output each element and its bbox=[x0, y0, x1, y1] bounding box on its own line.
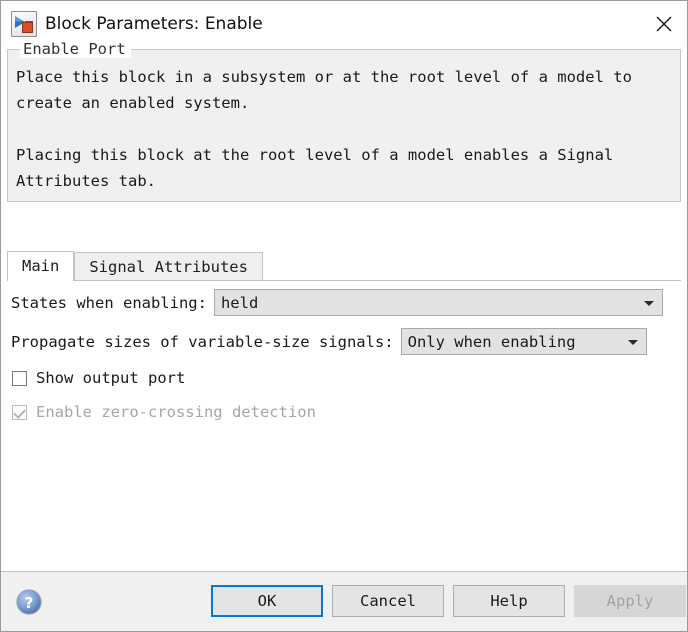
window-title: Block Parameters: Enable bbox=[45, 13, 263, 34]
chevron-down-icon bbox=[627, 339, 638, 345]
show-output-port-checkbox[interactable] bbox=[12, 370, 27, 386]
description-paragraph-1: Place this block in a subsystem or at th… bbox=[16, 68, 632, 112]
tab-signal-attributes[interactable]: Signal Attributes bbox=[74, 252, 263, 281]
enable-port-groupbox: Enable Port Place this block in a subsys… bbox=[7, 40, 681, 202]
propagate-sizes-value: Only when enabling bbox=[407, 332, 576, 351]
states-when-enabling-row: States when enabling: held bbox=[11, 289, 677, 316]
groupbox-legend: Enable Port bbox=[20, 40, 131, 58]
propagate-sizes-label: Propagate sizes of variable-size signals… bbox=[11, 332, 394, 351]
show-output-port-checkbox-row[interactable]: Show output port bbox=[12, 369, 185, 387]
cancel-button[interactable]: Cancel bbox=[332, 585, 444, 617]
propagate-sizes-dropdown[interactable]: Only when enabling bbox=[400, 328, 647, 355]
states-when-enabling-value: held bbox=[220, 293, 259, 312]
block-parameters-dialog: Block Parameters: Enable Enable Port Pla… bbox=[0, 0, 688, 632]
apply-button: Apply bbox=[574, 585, 686, 617]
dialog-content: Enable Port Place this block in a subsys… bbox=[1, 40, 687, 571]
show-output-port-label: Show output port bbox=[36, 369, 186, 387]
enable-zero-crossing-checkbox-row: Enable zero-crossing detection bbox=[12, 403, 316, 421]
ok-button[interactable]: OK bbox=[211, 585, 323, 617]
states-when-enabling-dropdown[interactable]: held bbox=[213, 289, 663, 316]
states-when-enabling-label: States when enabling: bbox=[11, 293, 207, 312]
dialog-footer: ? OK Cancel Help Apply bbox=[1, 571, 687, 631]
enable-port-block-icon bbox=[11, 10, 37, 37]
svg-text:?: ? bbox=[25, 594, 34, 612]
tab-main[interactable]: Main bbox=[7, 251, 75, 281]
groupbox-description: Place this block in a subsystem or at th… bbox=[8, 64, 680, 194]
description-paragraph-2: Placing this block at the root level of … bbox=[16, 146, 614, 190]
close-button[interactable] bbox=[641, 1, 687, 46]
tab-strip-filler bbox=[262, 251, 681, 281]
orange-square-glyph bbox=[22, 21, 33, 33]
enable-zero-crossing-checkbox bbox=[12, 404, 27, 420]
tab-panel-main: States when enabling: held Propagate siz… bbox=[7, 280, 681, 571]
tab-strip: Main Signal Attributes bbox=[7, 251, 681, 281]
propagate-sizes-row: Propagate sizes of variable-size signals… bbox=[11, 328, 677, 355]
help-question-icon[interactable]: ? bbox=[15, 588, 43, 616]
enable-zero-crossing-label: Enable zero-crossing detection bbox=[36, 403, 316, 421]
help-button[interactable]: Help bbox=[453, 585, 565, 617]
chevron-down-icon bbox=[643, 300, 654, 306]
